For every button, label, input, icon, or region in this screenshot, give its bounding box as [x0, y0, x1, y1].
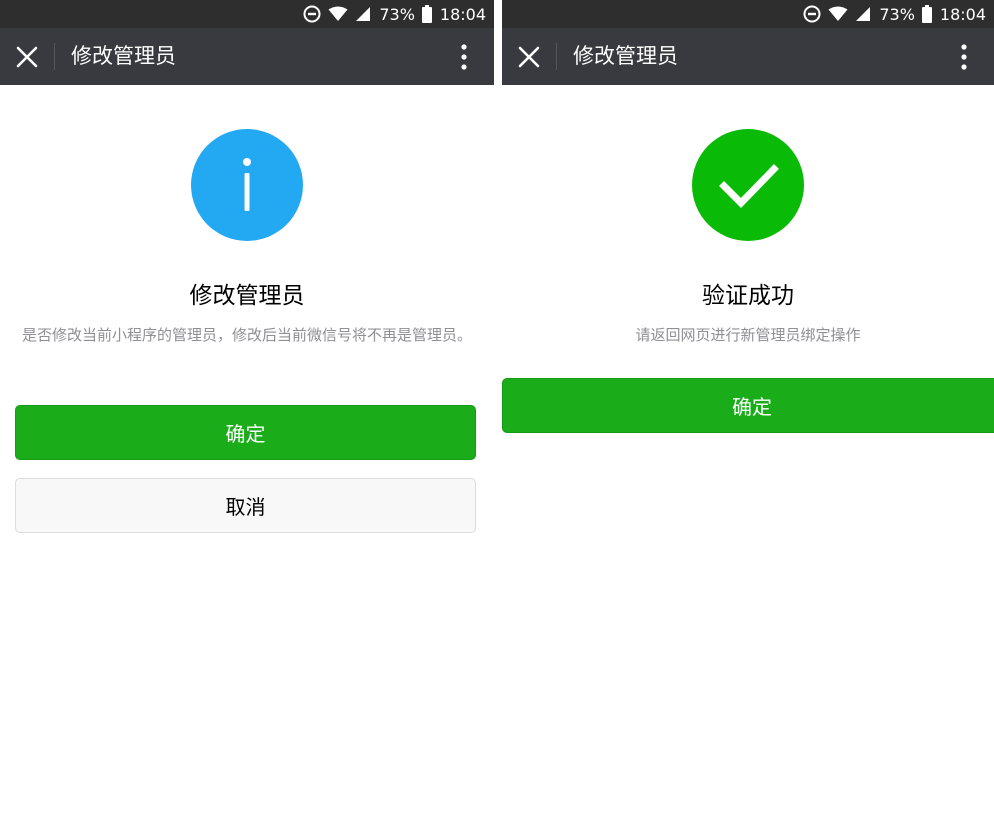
battery-icon: [921, 5, 932, 23]
signal-icon: [355, 6, 371, 22]
screen-separator: [494, 0, 502, 821]
battery-percent: 73%: [879, 4, 915, 24]
nav-title: 修改管理员: [71, 44, 176, 68]
clock: 18:04: [939, 4, 986, 24]
nav-title: 修改管理员: [573, 44, 678, 68]
status-bar: 73% 18:04: [0, 0, 494, 28]
screen-modify-admin-confirm: 73% 18:04 修改管理员 修改管理员 是否修改当前小程序的管理员，修改后当…: [0, 0, 494, 821]
more-options-icon[interactable]: [952, 44, 976, 70]
nav-bar: 修改管理员: [0, 28, 494, 85]
close-icon[interactable]: [14, 44, 40, 70]
wifi-icon: [328, 6, 348, 22]
do-not-disturb-icon: [803, 5, 821, 23]
nav-bar: 修改管理员: [502, 28, 994, 85]
nav-divider: [54, 43, 55, 70]
message-description: 是否修改当前小程序的管理员，修改后当前微信号将不再是管理员。: [21, 326, 472, 344]
message-title: 修改管理员: [189, 283, 305, 309]
more-options-icon[interactable]: [452, 44, 476, 70]
signal-icon: [855, 6, 871, 22]
confirm-button[interactable]: 确定: [15, 405, 476, 460]
close-icon[interactable]: [516, 44, 542, 70]
nav-divider: [556, 43, 557, 70]
message-title: 验证成功: [702, 283, 794, 309]
wifi-icon: [828, 6, 848, 22]
status-bar: 73% 18:04: [502, 0, 994, 28]
cancel-button[interactable]: 取消: [15, 478, 476, 533]
battery-icon: [421, 5, 432, 23]
do-not-disturb-icon: [303, 5, 321, 23]
info-icon: [191, 129, 303, 241]
success-check-icon: [692, 129, 804, 241]
screen-verification-success: 73% 18:04 修改管理员 验证成功 请返回网页进行新管理员绑定操作 确定: [502, 0, 994, 821]
clock: 18:04: [439, 4, 486, 24]
message-description: 请返回网页进行新管理员绑定操作: [635, 326, 861, 344]
confirm-button[interactable]: 确定: [502, 378, 994, 433]
battery-percent: 73%: [379, 4, 415, 24]
